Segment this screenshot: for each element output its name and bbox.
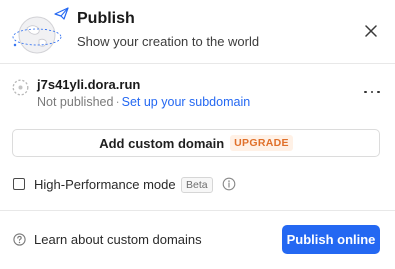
high-performance-label[interactable]: High-Performance mode [34, 177, 176, 192]
site-url: j7s41yli.dora.run [37, 77, 141, 92]
footer-divider [0, 210, 395, 211]
status-separator: · [115, 95, 120, 109]
more-dot [370, 90, 374, 94]
site-status: Not published · Set up your subdomain [37, 95, 250, 109]
add-custom-domain-button[interactable]: Add custom domain UPGRADE [12, 129, 380, 157]
publish-header: Publish Show your creation to the world [0, 0, 395, 63]
dashed-circle-icon [12, 79, 29, 96]
more-horizontal-icon [364, 90, 367, 94]
add-custom-domain-label: Add custom domain [99, 135, 225, 151]
close-button[interactable] [361, 21, 381, 41]
header-divider [0, 63, 395, 64]
setup-subdomain-link[interactable]: Set up your subdomain [122, 95, 251, 109]
beta-badge: Beta [181, 177, 213, 193]
more-dot [377, 90, 380, 94]
globe-with-paper-plane-icon [12, 7, 69, 54]
dialog-title: Publish [77, 10, 135, 27]
publish-status-text: Not published [37, 95, 114, 109]
publish-online-button[interactable]: Publish online [282, 225, 380, 254]
more-options-button[interactable] [364, 86, 380, 98]
dialog-subtitle: Show your creation to the world [77, 34, 260, 49]
learn-custom-domains-link[interactable]: Learn about custom domains [34, 232, 202, 247]
help-circle-icon [13, 233, 26, 246]
info-icon[interactable] [222, 177, 236, 191]
high-performance-checkbox[interactable] [13, 178, 25, 190]
close-icon [365, 25, 377, 37]
upgrade-badge: UPGRADE [230, 135, 293, 151]
